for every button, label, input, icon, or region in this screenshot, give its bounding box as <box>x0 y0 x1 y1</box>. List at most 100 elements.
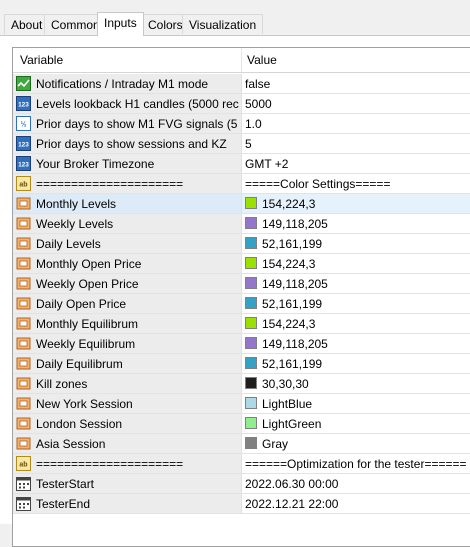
variable-cell[interactable]: Monthly Open Price <box>13 254 241 273</box>
input-row-kill-zones[interactable]: Kill zones 30,30,30 <box>13 374 470 394</box>
variable-cell[interactable]: Kill zones <box>13 374 241 393</box>
color-swatch[interactable] <box>245 257 257 269</box>
value-cell[interactable]: 52,161,199 <box>241 294 470 313</box>
input-row-separator[interactable]: ab ===================== =====Color Settin… <box>13 174 470 194</box>
variable-name: TesterStart <box>36 477 95 491</box>
variable-name: Monthly Open Price <box>36 257 142 271</box>
variable-cell[interactable]: ½ Prior days to show M1 FVG signals (5 re… <box>13 114 241 133</box>
color-swatch[interactable] <box>245 197 257 209</box>
value-cell[interactable]: =====Color Settings===== <box>241 174 470 193</box>
color-swatch[interactable] <box>245 337 257 349</box>
input-row-london-session[interactable]: London Session LightGreen <box>13 414 470 434</box>
value-cell[interactable]: 149,118,205 <box>241 214 470 233</box>
value-cell[interactable]: 2022.06.30 00:00 <box>241 474 470 493</box>
color-swatch[interactable] <box>245 217 257 229</box>
variable-cell[interactable]: Weekly Levels <box>13 214 241 233</box>
tab-about[interactable]: About <box>4 14 50 34</box>
color-swatch[interactable] <box>245 417 257 429</box>
tab-visualization[interactable]: Visualization <box>182 14 264 34</box>
variable-cell[interactable]: New York Session <box>13 394 241 413</box>
grid-rows: Notifications / Intraday M1 mode false 123… <box>13 74 470 514</box>
variable-cell[interactable]: Daily Equilibrum <box>13 354 241 373</box>
value-cell[interactable]: 2022.12.21 22:00 <box>241 494 470 513</box>
value-cell[interactable]: 52,161,199 <box>241 354 470 373</box>
input-row-weekly-equilibrum[interactable]: Weekly Equilibrum 149,118,205 <box>13 334 470 354</box>
input-row-testerstart[interactable]: TesterStart 2022.06.30 00:00 <box>13 474 470 494</box>
grid-header: Variable Value <box>13 48 470 73</box>
variable-cell[interactable]: TesterStart <box>13 474 241 493</box>
value-cell[interactable]: 154,224,3 <box>241 194 470 213</box>
value-cell[interactable]: GMT +2 <box>241 154 470 173</box>
input-row-notifications-intraday-m1-mode[interactable]: Notifications / Intraday M1 mode false <box>13 74 470 94</box>
value-text: 5000 <box>245 97 272 111</box>
input-row-separator[interactable]: ab ===================== ======Optimizatio… <box>13 454 470 474</box>
value-cell[interactable]: 149,118,205 <box>241 274 470 293</box>
input-row-your-broker-timezone[interactable]: 123 Your Broker Timezone GMT +2 <box>13 154 470 174</box>
value-cell[interactable]: 149,118,205 <box>241 334 470 353</box>
variable-cell[interactable]: Monthly Equilibrum <box>13 314 241 333</box>
variable-cell[interactable]: Notifications / Intraday M1 mode <box>13 74 241 93</box>
variable-name: Asia Session <box>36 437 106 451</box>
value-cell[interactable]: 154,224,3 <box>241 314 470 333</box>
input-row-prior-days-to-show-m1-fvg-signals-5-re[interactable]: ½ Prior days to show M1 FVG signals (5 re… <box>13 114 470 134</box>
input-row-daily-equilibrum[interactable]: Daily Equilibrum 52,161,199 <box>13 354 470 374</box>
variable-cell[interactable]: 123 Prior days to show sessions and KZ <box>13 134 241 153</box>
color-swatch[interactable] <box>245 357 257 369</box>
input-row-asia-session[interactable]: Asia Session Gray <box>13 434 470 454</box>
value-text: 149,118,205 <box>262 277 328 291</box>
color-swatch[interactable] <box>245 377 257 389</box>
value-text: LightGreen <box>262 417 322 431</box>
input-row-monthly-equilibrum[interactable]: Monthly Equilibrum 154,224,3 <box>13 314 470 334</box>
variable-cell[interactable]: Monthly Levels <box>13 194 241 213</box>
value-column-header[interactable]: Value <box>247 53 277 67</box>
value-cell[interactable]: ======Optimization for the tester====== <box>241 454 470 473</box>
variable-cell[interactable]: 123 Levels lookback H1 candles (5000 reco… <box>13 94 241 113</box>
value-cell[interactable]: false <box>241 74 470 93</box>
tab-inputs[interactable]: Inputs <box>97 12 144 36</box>
input-row-prior-days-to-show-sessions-and-kz[interactable]: 123 Prior days to show sessions and KZ 5 <box>13 134 470 154</box>
value-cell[interactable]: 30,30,30 <box>241 374 470 393</box>
variable-cell[interactable]: Weekly Equilibrum <box>13 334 241 353</box>
color-swatch[interactable] <box>245 437 257 449</box>
color-swatch[interactable] <box>245 397 257 409</box>
value-cell[interactable]: 52,161,199 <box>241 234 470 253</box>
variable-cell[interactable]: Asia Session <box>13 434 241 453</box>
variable-name: Monthly Levels <box>36 197 117 211</box>
variable-cell[interactable]: London Session <box>13 414 241 433</box>
value-cell[interactable]: LightGreen <box>241 414 470 433</box>
variable-cell[interactable]: TesterEnd <box>13 494 241 513</box>
header-divider[interactable] <box>241 48 242 72</box>
variable-cell[interactable]: 123 Your Broker Timezone <box>13 154 241 173</box>
color-swatch[interactable] <box>245 237 257 249</box>
value-text: 154,224,3 <box>262 317 316 331</box>
variable-column-header[interactable]: Variable <box>20 53 63 67</box>
color-swatch[interactable] <box>245 297 257 309</box>
color-swatch[interactable] <box>245 277 257 289</box>
variable-name: Notifications / Intraday M1 mode <box>36 77 209 91</box>
input-row-monthly-open-price[interactable]: Monthly Open Price 154,224,3 <box>13 254 470 274</box>
input-row-weekly-open-price[interactable]: Weekly Open Price 149,118,205 <box>13 274 470 294</box>
variable-cell[interactable]: Daily Open Price <box>13 294 241 313</box>
input-row-daily-levels[interactable]: Daily Levels 52,161,199 <box>13 234 470 254</box>
variable-cell[interactable]: Daily Levels <box>13 234 241 253</box>
input-row-new-york-session[interactable]: New York Session LightBlue <box>13 394 470 414</box>
variable-cell[interactable]: ab ===================== <box>13 454 241 473</box>
value-cell[interactable]: 1.0 <box>241 114 470 133</box>
variable-cell[interactable]: ab ===================== <box>13 174 241 193</box>
input-row-levels-lookback-h1-candles-5000-reco[interactable]: 123 Levels lookback H1 candles (5000 reco… <box>13 94 470 114</box>
value-cell[interactable]: LightBlue <box>241 394 470 413</box>
input-row-monthly-levels[interactable]: Monthly Levels 154,224,3 <box>13 194 470 214</box>
value-text: 2022.06.30 00:00 <box>245 477 339 491</box>
input-row-weekly-levels[interactable]: Weekly Levels 149,118,205 <box>13 214 470 234</box>
variable-cell[interactable]: Weekly Open Price <box>13 274 241 293</box>
value-cell[interactable]: 5 <box>241 134 470 153</box>
variable-name: Prior days to show sessions and KZ <box>36 137 227 151</box>
value-cell[interactable]: 5000 <box>241 94 470 113</box>
svg-text:123: 123 <box>18 102 29 109</box>
value-cell[interactable]: Gray <box>241 434 470 453</box>
input-row-daily-open-price[interactable]: Daily Open Price 52,161,199 <box>13 294 470 314</box>
input-row-testerend[interactable]: TesterEnd 2022.12.21 22:00 <box>13 494 470 514</box>
value-cell[interactable]: 154,224,3 <box>241 254 470 273</box>
color-swatch[interactable] <box>245 317 257 329</box>
value-text: 149,118,205 <box>262 337 328 351</box>
